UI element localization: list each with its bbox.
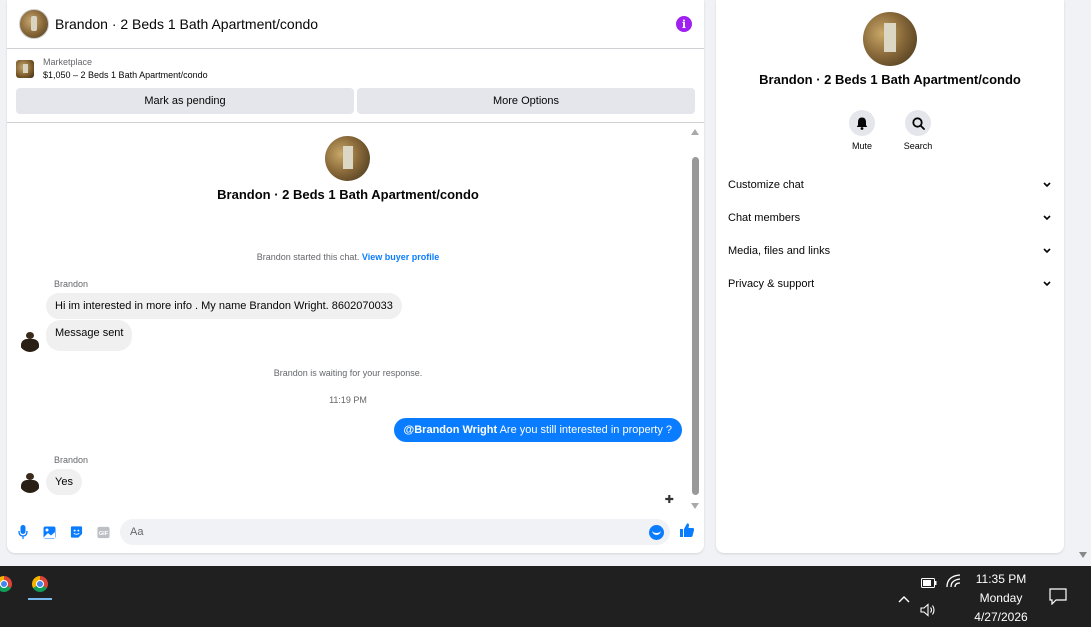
sender-name: Brandon	[54, 455, 89, 465]
listing-price-title: $1,050 – 2 Beds 1 Bath Apartment/condo	[43, 70, 208, 80]
photo-icon[interactable]	[43, 525, 56, 539]
svg-text:GIF: GIF	[99, 530, 109, 536]
search-label: Search	[903, 141, 933, 151]
waiting-notice: Brandon is waiting for your response.	[273, 368, 423, 378]
chevron-down-icon	[1042, 279, 1052, 289]
sender-avatar[interactable]	[19, 330, 41, 352]
volume-icon[interactable]	[920, 603, 936, 622]
incoming-message-bubble[interactable]: Hi im interested in more info . My name …	[46, 293, 402, 319]
chat-title[interactable]: Brandon · 2 Beds 1 Bath Apartment/condo	[55, 16, 676, 32]
taskbar-clock[interactable]: 11:35 PM Monday 4/27/2026	[966, 570, 1036, 627]
chat-info-panel: Brandon · 2 Beds 1 Bath Apartment/condo …	[716, 0, 1064, 553]
page-scroll-down-arrow-icon[interactable]	[1079, 552, 1087, 558]
chat-header: Brandon · 2 Beds 1 Bath Apartment/condo …	[7, 0, 704, 49]
menu-media-files-links[interactable]: Media, files and links	[720, 234, 1060, 267]
battery-icon[interactable]	[921, 575, 937, 593]
message-input-placeholder: Aa	[130, 526, 144, 538]
mute-label: Mute	[851, 141, 872, 151]
sender-name: Brandon	[54, 279, 89, 289]
listing-row[interactable]: Marketplace $1,050 – 2 Beds 1 Bath Apart…	[7, 49, 704, 84]
message-input[interactable]: Aa	[120, 519, 670, 545]
show-hidden-icons-chevron-icon[interactable]	[898, 590, 910, 608]
info-actions: Mute Search	[716, 110, 1064, 151]
listing-thumbnail	[16, 60, 34, 78]
message-timestamp: 11:19 PM	[329, 395, 367, 405]
mute-button[interactable]: Mute	[844, 110, 880, 151]
clock-date: 4/27/2026	[974, 610, 1028, 624]
clock-time: 11:35 PM	[975, 572, 1027, 586]
microphone-icon[interactable]	[16, 525, 29, 539]
message-list[interactable]: Brandon · 2 Beds 1 Bath Apartment/condo …	[7, 123, 704, 514]
search-icon[interactable]	[905, 110, 931, 136]
conversation-avatar[interactable]	[325, 136, 370, 181]
scroll-down-arrow-icon[interactable]	[691, 503, 699, 509]
info-title: Brandon · 2 Beds 1 Bath Apartment/condo	[759, 72, 1021, 87]
listing-source: Marketplace	[43, 57, 93, 67]
gif-icon[interactable]: GIF	[97, 525, 110, 539]
incoming-message-bubble[interactable]: Message sent	[46, 320, 133, 351]
outgoing-message-bubble[interactable]: @Brandon Wright Are you still interested…	[393, 418, 682, 442]
action-row: Mark as pending More Options	[7, 84, 704, 123]
menu-customize-chat[interactable]: Customize chat	[720, 168, 1060, 201]
conversation-title: Brandon · 2 Beds 1 Bath Apartment/condo	[217, 187, 479, 202]
mention[interactable]: @Brandon Wright	[404, 424, 498, 436]
chat-panel: Brandon · 2 Beds 1 Bath Apartment/condo …	[7, 0, 704, 553]
message-scrollbar[interactable]	[691, 127, 700, 509]
bell-icon[interactable]	[849, 110, 875, 136]
scroll-up-arrow-icon[interactable]	[691, 129, 699, 135]
add-reaction-icon[interactable]: ✚	[665, 493, 674, 506]
incoming-message-bubble[interactable]: Yes	[46, 469, 82, 495]
taskbar: 11:35 PM Monday 4/27/2026	[0, 566, 1091, 627]
chevron-down-icon	[1042, 180, 1052, 190]
taskbar-chrome-icon[interactable]	[0, 571, 20, 597]
menu-chat-members[interactable]: Chat members	[720, 201, 1060, 234]
view-buyer-profile-link[interactable]: View buyer profile	[362, 252, 439, 262]
sender-avatar[interactable]	[19, 471, 41, 493]
taskbar-chrome-active-icon[interactable]	[24, 571, 56, 600]
chat-avatar[interactable]	[19, 9, 49, 39]
chevron-down-icon	[1042, 246, 1052, 256]
info-icon[interactable]: i	[676, 16, 692, 32]
search-button[interactable]: Search	[900, 110, 936, 151]
mark-as-pending-button[interactable]: Mark as pending	[16, 88, 354, 114]
scroll-thumb[interactable]	[692, 157, 699, 495]
wifi-icon[interactable]	[946, 574, 962, 593]
info-avatar[interactable]	[863, 12, 917, 66]
sticker-icon[interactable]	[70, 525, 83, 539]
thumbs-up-icon[interactable]	[679, 522, 695, 542]
menu-privacy-support[interactable]: Privacy & support	[720, 267, 1060, 300]
more-options-button[interactable]: More Options	[357, 88, 695, 114]
chat-started-notice: Brandon started this chat. View buyer pr…	[256, 252, 440, 262]
chevron-down-icon	[1042, 213, 1052, 223]
notification-center-icon[interactable]	[1049, 588, 1067, 610]
emoji-icon[interactable]	[649, 524, 664, 540]
info-menu: Customize chat Chat members Media, files…	[720, 168, 1060, 300]
message-composer: GIF Aa	[7, 517, 704, 547]
clock-day: Monday	[979, 591, 1023, 605]
